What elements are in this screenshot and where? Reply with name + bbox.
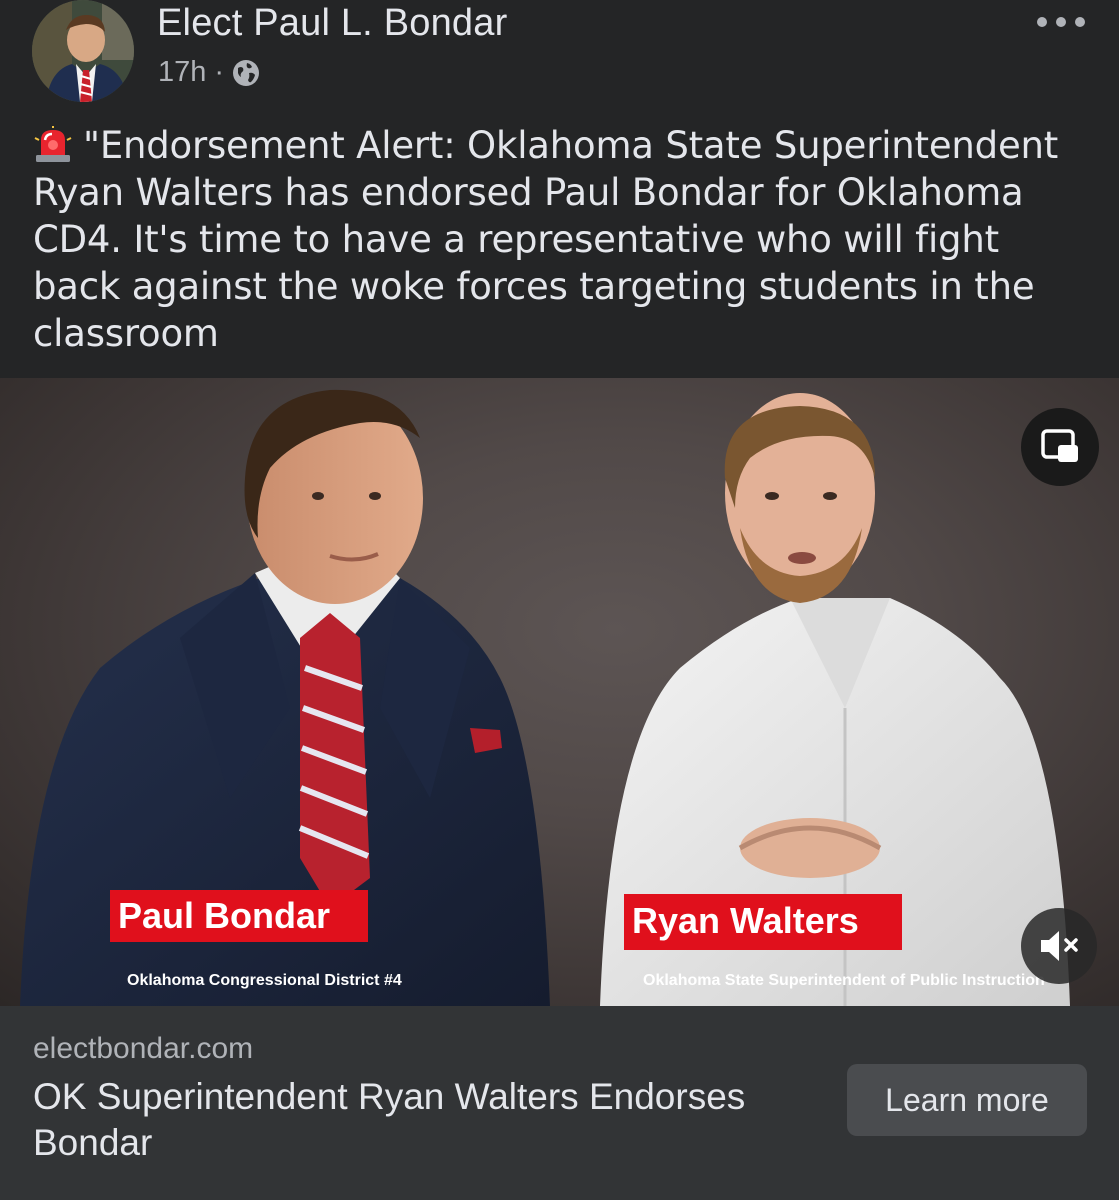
dot	[1075, 17, 1085, 27]
subtitle-right: Oklahoma State Superintendent of Public …	[643, 972, 1045, 989]
page-avatar[interactable]	[32, 0, 134, 102]
dot	[1056, 17, 1066, 27]
video-player[interactable]: Paul Bondar Oklahoma Congressional Distr…	[0, 378, 1119, 1006]
more-options-icon[interactable]	[1037, 10, 1085, 34]
picture-in-picture-button[interactable]	[1021, 408, 1099, 486]
rotating-light-icon	[34, 126, 72, 162]
picture-in-picture-icon	[1041, 429, 1078, 462]
globe-icon	[233, 59, 260, 86]
link-domain: electbondar.com	[33, 1032, 254, 1065]
muted-speaker-icon	[1041, 931, 1078, 961]
link-title[interactable]: OK Superintendent Ryan Walters Endorses …	[33, 1074, 753, 1166]
post-message-text: "Endorsement Alert: Oklahoma State Super…	[33, 124, 1059, 355]
name-tag-right: Ryan Walters	[624, 894, 902, 950]
name-tag-left: Paul Bondar	[110, 890, 368, 942]
avatar-portrait	[32, 0, 134, 102]
mute-button[interactable]	[1021, 908, 1097, 984]
page-name[interactable]: Elect Paul L. Bondar	[157, 2, 507, 45]
link-preview[interactable]: electbondar.com OK Superintendent Ryan W…	[0, 1006, 1119, 1200]
post-meta: 17h ·	[158, 56, 260, 89]
post-header: Elect Paul L. Bondar 17h ·	[0, 0, 1119, 110]
dot	[1037, 17, 1047, 27]
subtitle-left: Oklahoma Congressional District #4	[127, 972, 402, 989]
learn-more-button[interactable]: Learn more	[847, 1064, 1087, 1136]
post-time[interactable]: 17h	[158, 56, 206, 89]
post-message: "Endorsement Alert: Oklahoma State Super…	[33, 122, 1083, 357]
facebook-post: Elect Paul L. Bondar 17h · "Endorsement …	[0, 0, 1119, 1200]
meta-separator: ·	[214, 56, 225, 88]
